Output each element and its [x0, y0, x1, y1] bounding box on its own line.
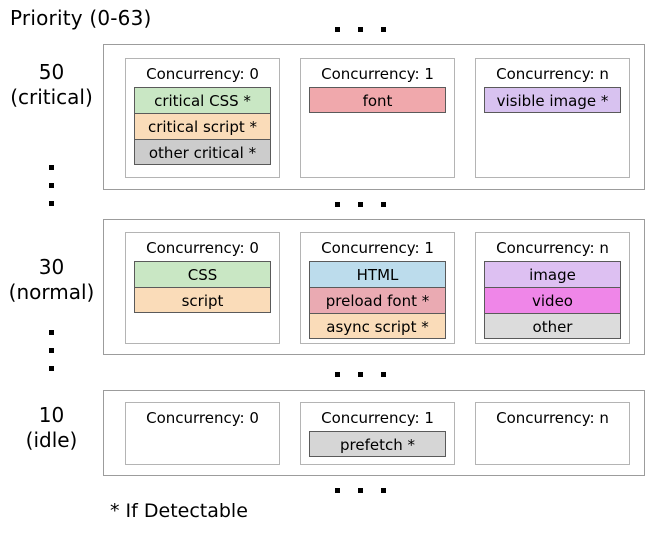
resource-chip[interactable]: critical script *	[134, 113, 271, 139]
concurrency-title: Concurrency: 0	[146, 239, 259, 257]
resource-chip[interactable]: other	[484, 313, 621, 339]
priority-value-critical: 50	[38, 60, 65, 84]
resource-stack: font	[301, 85, 454, 121]
resource-stack: image video other	[476, 259, 629, 347]
resource-chip[interactable]: font	[309, 87, 446, 113]
concurrency-title: Concurrency: 0	[146, 409, 259, 427]
vertical-ellipsis-critical-to-normal	[0, 165, 103, 206]
concurrency-column-normal-1: Concurrency: 1 HTML preload font * async…	[300, 232, 455, 344]
priority-value-normal: 30	[38, 255, 65, 279]
priority-band-idle: Concurrency: 0 Concurrency: 1 prefetch *…	[103, 390, 645, 476]
resource-stack	[126, 429, 279, 439]
resource-stack: prefetch *	[301, 429, 454, 465]
concurrency-column-critical-1: Concurrency: 1 font	[300, 58, 455, 178]
resource-chip[interactable]: HTML	[309, 261, 446, 287]
resource-chip[interactable]: visible image *	[484, 87, 621, 113]
footnote-if-detectable: * If Detectable	[110, 500, 248, 522]
resource-chip[interactable]: other critical *	[134, 139, 271, 165]
concurrency-column-idle-n: Concurrency: n	[475, 402, 630, 465]
concurrency-column-idle-1: Concurrency: 1 prefetch *	[300, 402, 455, 465]
ellipsis-above-critical	[335, 27, 386, 32]
priority-label-idle: 10 (idle)	[0, 403, 103, 453]
ellipsis-below-idle	[335, 488, 386, 493]
resource-chip[interactable]: preload font *	[309, 287, 446, 313]
concurrency-column-normal-n: Concurrency: n image video other	[475, 232, 630, 344]
resource-stack: CSS script	[126, 259, 279, 321]
priority-name-normal: (normal)	[8, 280, 95, 304]
resource-chip[interactable]: async script *	[309, 313, 446, 339]
resource-stack	[476, 429, 629, 439]
concurrency-title: Concurrency: n	[496, 409, 609, 427]
concurrency-title: Concurrency: 1	[321, 65, 434, 83]
concurrency-title: Concurrency: 1	[321, 409, 434, 427]
concurrency-column-normal-0: Concurrency: 0 CSS script	[125, 232, 280, 344]
resource-chip[interactable]: critical CSS *	[134, 87, 271, 113]
priority-label-critical: 50 (critical)	[0, 60, 103, 110]
concurrency-title: Concurrency: n	[496, 65, 609, 83]
vertical-ellipsis-normal-to-idle	[0, 330, 103, 371]
concurrency-column-critical-n: Concurrency: n visible image *	[475, 58, 630, 178]
concurrency-column-critical-0: Concurrency: 0 critical CSS * critical s…	[125, 58, 280, 178]
resource-stack: visible image *	[476, 85, 629, 121]
resource-chip[interactable]: script	[134, 287, 271, 313]
priority-band-critical: Concurrency: 0 critical CSS * critical s…	[103, 44, 645, 190]
priority-label-normal: 30 (normal)	[0, 255, 103, 305]
ellipsis-between-normal-idle	[335, 372, 386, 377]
resource-chip[interactable]: image	[484, 261, 621, 287]
concurrency-title: Concurrency: 0	[146, 65, 259, 83]
resource-stack: critical CSS * critical script * other c…	[126, 85, 279, 173]
concurrency-column-idle-0: Concurrency: 0	[125, 402, 280, 465]
ellipsis-between-critical-normal	[335, 202, 386, 207]
priority-value-idle: 10	[38, 403, 65, 427]
resource-stack: HTML preload font * async script *	[301, 259, 454, 347]
resource-chip[interactable]: CSS	[134, 261, 271, 287]
resource-chip[interactable]: prefetch *	[309, 431, 446, 457]
priority-name-idle: (idle)	[25, 428, 78, 452]
concurrency-title: Concurrency: n	[496, 239, 609, 257]
resource-chip[interactable]: video	[484, 287, 621, 313]
concurrency-title: Concurrency: 1	[321, 239, 434, 257]
page-title: Priority (0-63)	[10, 6, 152, 30]
priority-name-critical: (critical)	[10, 85, 93, 109]
priority-band-normal: Concurrency: 0 CSS script Concurrency: 1…	[103, 219, 645, 355]
